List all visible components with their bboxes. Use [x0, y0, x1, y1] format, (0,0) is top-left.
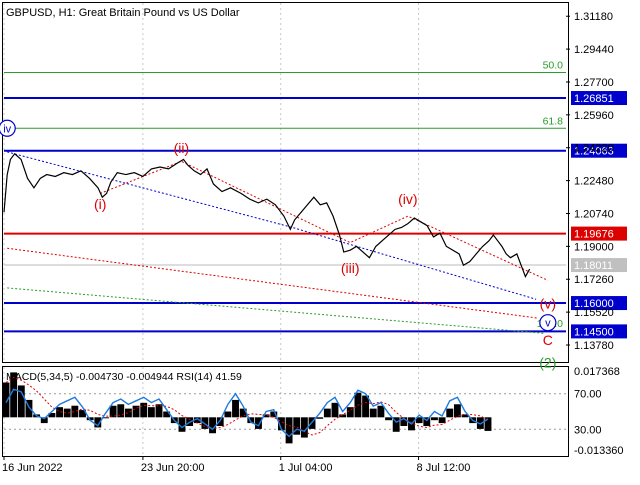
macd-bar: [339, 414, 347, 418]
indicator-y-tick-label: 30.00: [574, 424, 602, 436]
indicator-title: MACD(5,34,5) -0.004730 -0.004944 RSI(14)…: [6, 371, 242, 383]
macd-bar: [385, 417, 392, 421]
macd-bar: [285, 417, 293, 444]
y-tick-label: 1.25960: [574, 110, 614, 122]
macd-bar: [232, 399, 239, 418]
chart-title: GBPUSD, H1: Great Britain Pound vs US Do…: [6, 7, 240, 19]
y-tick-label: 1.27700: [574, 77, 614, 89]
macd-bar: [369, 408, 377, 418]
fib-level-label: 61.8: [543, 115, 564, 127]
macd-bar: [255, 417, 262, 429]
x-tick-label: 8 Jul 12:00: [417, 462, 471, 474]
macd-bar: [431, 417, 438, 421]
macd-bar: [140, 402, 148, 418]
wave-label: (iv): [398, 191, 417, 207]
macd-bar: [377, 405, 385, 418]
macd-bar: [147, 407, 155, 418]
macd-bar: [438, 417, 446, 424]
wave-label: (2): [539, 355, 556, 371]
wave-label: (ii): [174, 140, 190, 156]
indicator-y-tick-label: 0.017368: [574, 366, 620, 378]
y-tick-label: 1.17260: [574, 274, 614, 286]
x-tick-label: 23 Jun 20:00: [141, 462, 205, 474]
wave-label: (iii): [341, 260, 360, 276]
y-tick-label: 1.22480: [574, 176, 614, 188]
wave-label: (v): [540, 295, 556, 311]
chart-canvas: GBPUSD, H1: Great Britain Pound vs US Do…: [0, 2, 627, 474]
macd-bar: [224, 411, 232, 418]
wave-label: v: [545, 318, 551, 330]
macd-bar: [71, 405, 79, 418]
indicator-y-tick-label: 70.00: [574, 389, 602, 401]
y-tick-label: 1.13780: [574, 340, 614, 352]
y-tick-label: 1.19000: [574, 241, 614, 253]
macd-bar: [209, 417, 217, 434]
x-tick-label: 1 Jul 04:00: [279, 462, 333, 474]
wave-label: C: [543, 332, 553, 348]
main-chart-frame: [2, 2, 569, 363]
wave-label: (i): [94, 196, 106, 212]
indicator-y-tick-label: -0.013360: [574, 445, 624, 457]
macd-bar: [2, 382, 10, 418]
macd-bar: [17, 385, 25, 418]
fib-level-label: 50.0: [543, 60, 564, 72]
macd-bar: [331, 402, 339, 418]
y-tick-label: 1.20740: [574, 208, 614, 220]
level-price-label: 1.26851: [574, 93, 614, 105]
macd-bar: [316, 417, 324, 419]
y-tick-label: 1.31180: [574, 11, 613, 23]
macd-bar: [446, 408, 454, 418]
macd-bar: [323, 408, 331, 418]
macd-bar: [216, 417, 224, 426]
level-price-label: 1.14500: [574, 326, 614, 338]
last-price-label: 1.18011: [574, 260, 613, 272]
y-tick-label: 1.15520: [574, 307, 614, 319]
wave-label: iv: [3, 123, 11, 135]
y-tick-label: 1.24220: [574, 143, 614, 155]
level-price-label: 1.19676: [574, 229, 614, 241]
y-tick-label: 1.29440: [574, 44, 614, 56]
chart-window: GBPUSD, H1: Great Britain Pound vs US Do…: [0, 0, 640, 480]
x-tick-label: 16 Jun 2022: [2, 462, 63, 474]
